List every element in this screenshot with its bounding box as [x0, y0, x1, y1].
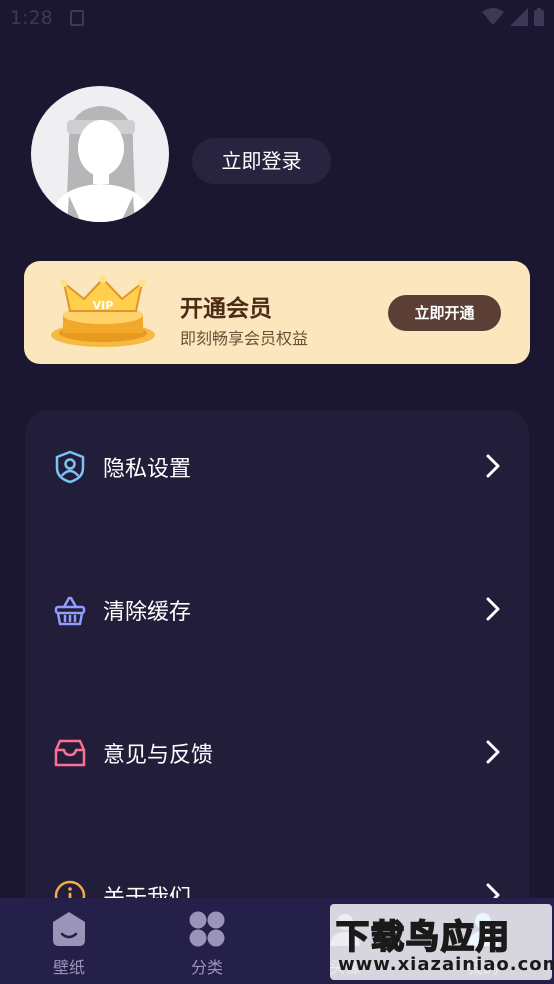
menu-item-label: 隐私设置 — [103, 457, 192, 482]
open-vip-button[interactable]: 立即开通 — [388, 295, 501, 331]
basket-icon — [54, 596, 86, 626]
signal-icon — [510, 8, 528, 26]
battery-icon — [534, 8, 544, 26]
vip-title: 开通会员 — [180, 296, 272, 322]
chevron-right-icon — [486, 454, 500, 478]
menu-item-feedback[interactable]: 意见与反馈 — [25, 722, 529, 782]
vip-subtitle: 即刻畅享会员权益 — [180, 329, 309, 348]
menu-item-label: 清除缓存 — [103, 600, 192, 625]
status-time: 1:28 — [10, 7, 53, 29]
menu-item-privacy[interactable]: 隐私设置 — [25, 436, 529, 496]
settings-menu: 隐私设置 清除缓存 意见与反馈 关于我们 — [25, 410, 529, 930]
wifi-icon — [482, 8, 504, 25]
category-icon — [189, 911, 225, 947]
watermark-logo: 下载鸟应用 www.xiazainiao.com — [330, 904, 554, 980]
menu-item-label: 意见与反馈 — [103, 743, 214, 768]
login-button[interactable]: 立即登录 — [192, 138, 331, 184]
notification-icon — [70, 10, 84, 26]
tab-label: 分类 — [190, 958, 223, 977]
status-bar: 1:28 — [0, 0, 554, 38]
chevron-right-icon — [486, 597, 500, 621]
vip-card[interactable]: VIP 开通会员 即刻畅享会员权益 立即开通 — [24, 261, 530, 364]
tab-category[interactable]: 分类 — [138, 898, 276, 984]
tab-label: 壁纸 — [52, 958, 85, 977]
tab-wallpaper[interactable]: 壁纸 — [0, 898, 138, 984]
menu-item-clear-cache[interactable]: 清除缓存 — [25, 579, 529, 639]
chevron-right-icon — [486, 740, 500, 764]
default-avatar-icon — [51, 106, 151, 222]
vip-badge-text: VIP — [93, 299, 114, 312]
watermark-text: 下载鸟应用 — [335, 916, 511, 957]
vip-crown-icon: VIP — [51, 275, 155, 347]
avatar[interactable] — [31, 86, 169, 222]
wallpaper-icon — [53, 912, 85, 946]
shield-user-icon — [55, 450, 85, 484]
watermark-url: www.xiazainiao.com — [338, 954, 554, 975]
inbox-icon — [54, 739, 86, 767]
